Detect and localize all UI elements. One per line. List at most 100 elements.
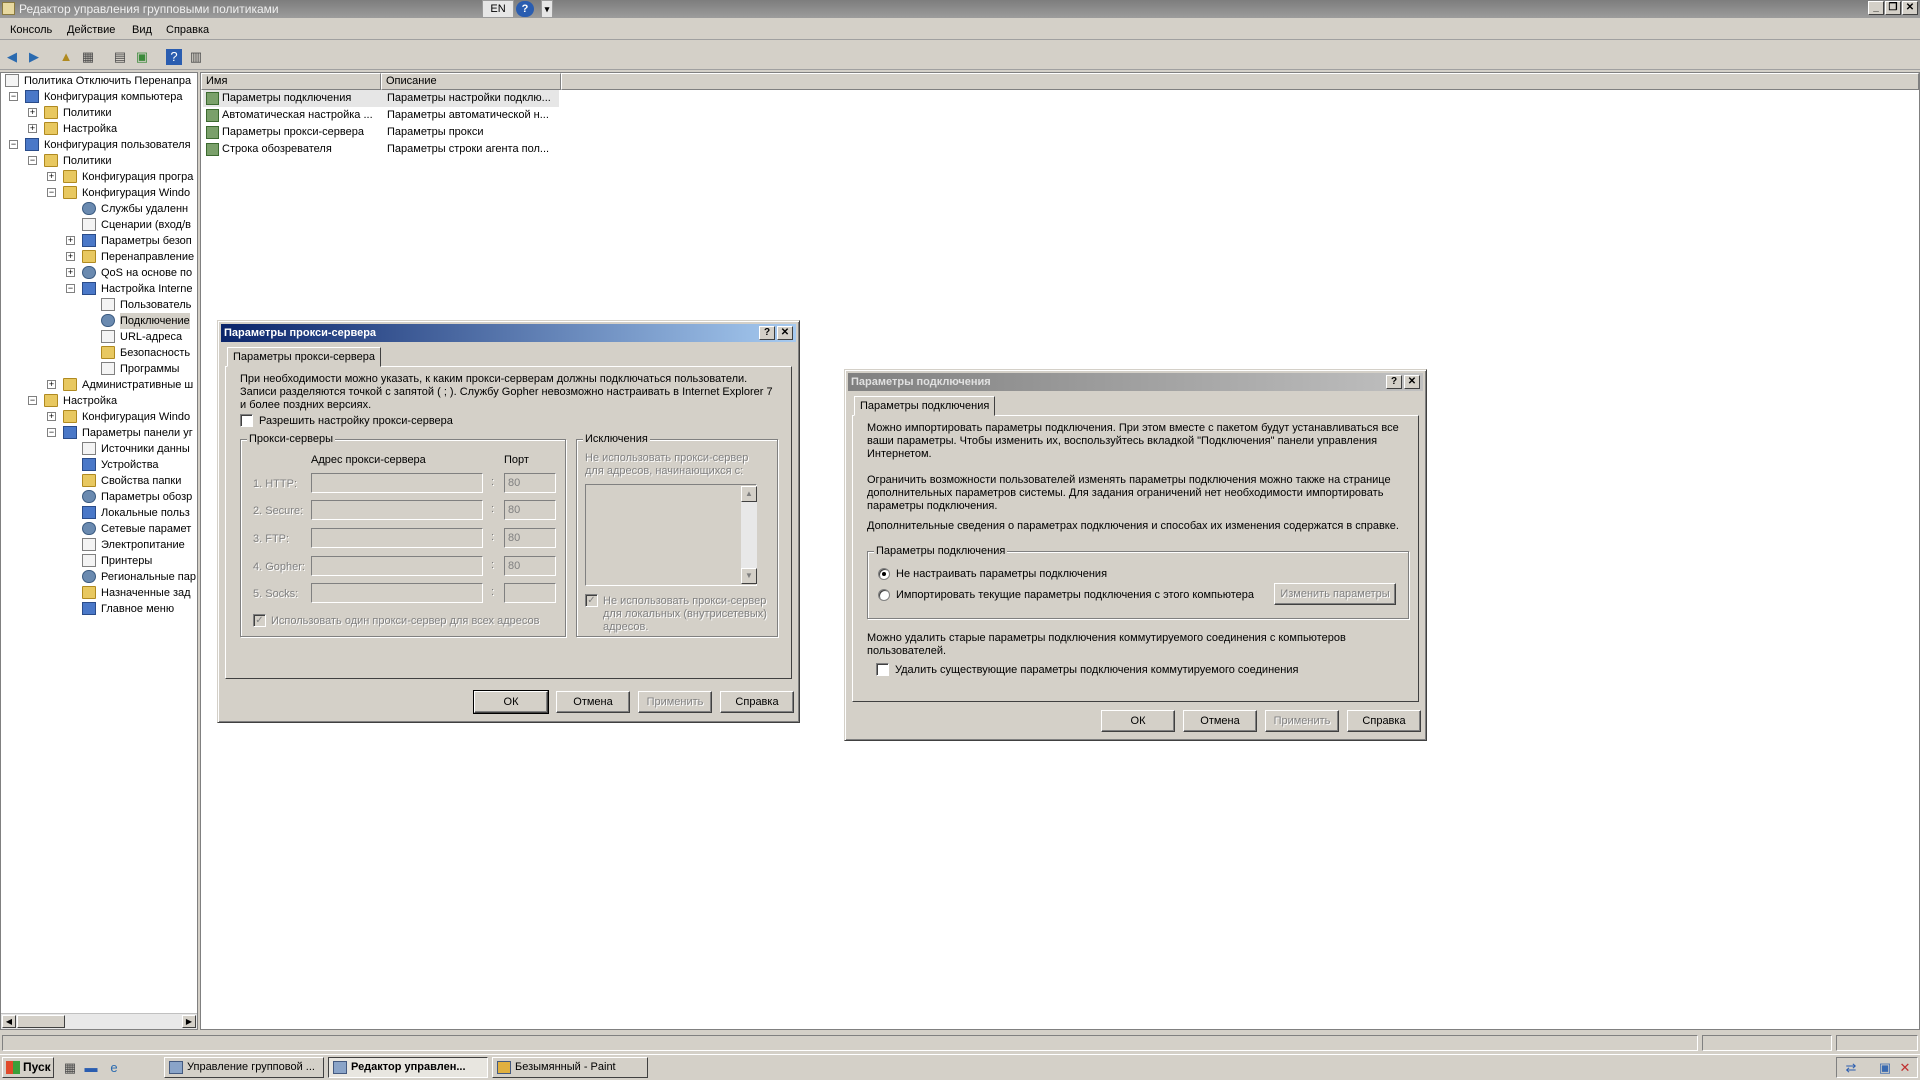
connection-apply-button[interactable]: Применить xyxy=(1265,710,1339,732)
http-address-field[interactable] xyxy=(311,473,483,493)
language-bar-options-icon[interactable]: ▾ xyxy=(541,0,553,18)
menu-console[interactable]: Консоль xyxy=(10,24,52,36)
list-item[interactable]: Автоматическая настройка ... Параметры а… xyxy=(203,107,559,124)
show-tree-icon[interactable]: ▦ xyxy=(80,49,96,65)
column-description-header[interactable]: Описание xyxy=(381,73,561,90)
qos-chart-icon xyxy=(82,266,96,279)
minimize-button[interactable]: _ xyxy=(1868,1,1884,15)
list-item[interactable]: Строка обозревателя Параметры строки аге… xyxy=(203,141,559,158)
menu-help[interactable]: Справка xyxy=(166,24,209,36)
scroll-up-icon[interactable]: ▲ xyxy=(741,486,757,502)
menu-view[interactable]: Вид xyxy=(132,24,152,36)
scroll-left-icon[interactable]: ◀ xyxy=(2,1015,16,1028)
menu-action[interactable]: Действие xyxy=(67,24,115,36)
column-name-header[interactable]: Имя xyxy=(201,73,381,90)
scroll-thumb[interactable] xyxy=(17,1015,65,1028)
expand-icon[interactable]: + xyxy=(28,108,37,117)
connection-dialog-close-button[interactable]: ✕ xyxy=(1404,375,1420,389)
secure-address-field[interactable] xyxy=(311,500,483,520)
collapse-icon[interactable]: − xyxy=(28,156,37,165)
taskbar-item-paint[interactable]: Безымянный - Paint xyxy=(492,1057,648,1078)
scroll-down-icon[interactable]: ▼ xyxy=(741,568,757,584)
collapse-icon[interactable]: − xyxy=(47,428,56,437)
start-button[interactable]: Пуск xyxy=(2,1057,54,1078)
connection-dialog-help-button[interactable]: ? xyxy=(1386,375,1402,389)
tab-proxy-settings[interactable]: Параметры прокси-сервера xyxy=(227,347,381,367)
remote-services-icon xyxy=(82,202,96,215)
gopher-port-field[interactable]: 80 xyxy=(504,556,556,576)
port-separator: : xyxy=(491,531,495,543)
no-configure-radio[interactable] xyxy=(878,568,890,580)
forward-arrow-icon[interactable]: ▶ xyxy=(26,49,42,65)
security-settings-icon xyxy=(82,234,96,247)
import-settings-radio[interactable] xyxy=(878,589,890,601)
connection-ok-button[interactable]: ОК xyxy=(1101,710,1175,732)
enable-proxy-checkbox[interactable] xyxy=(240,414,253,427)
expand-icon[interactable]: + xyxy=(66,268,75,277)
expand-icon[interactable]: + xyxy=(66,252,75,261)
policy-setting-icon xyxy=(206,143,219,156)
view-icon[interactable]: ▥ xyxy=(188,49,204,65)
collapse-icon[interactable]: − xyxy=(9,92,18,101)
close-button[interactable]: ✕ xyxy=(1902,1,1918,15)
server-manager-icon[interactable]: ▦ xyxy=(62,1060,78,1076)
taskbar-item-gp-management[interactable]: Управление групповой ... xyxy=(164,1057,324,1078)
collapse-icon[interactable]: − xyxy=(9,140,18,149)
socks-port-field[interactable] xyxy=(504,583,556,603)
console-tree[interactable]: Политика Отключить Перенапра − Конфигура… xyxy=(0,72,198,1030)
connection-help-button[interactable]: Справка xyxy=(1347,710,1421,732)
start-menu-icon xyxy=(82,602,96,615)
folder-icon xyxy=(44,106,58,119)
network-icon[interactable]: ⇄ xyxy=(1843,1060,1859,1076)
proxy-dialog-help-button[interactable]: ? xyxy=(759,326,775,340)
proxy-apply-button[interactable]: Применить xyxy=(638,691,712,713)
proxy-dialog-close-button[interactable]: ✕ xyxy=(777,326,793,340)
properties-icon[interactable]: ▣ xyxy=(134,49,150,65)
scroll-right-icon[interactable]: ▶ xyxy=(182,1015,196,1028)
expand-icon[interactable]: + xyxy=(47,412,56,421)
back-arrow-icon[interactable]: ◀ xyxy=(4,49,20,65)
exceptions-textarea[interactable] xyxy=(585,484,757,586)
same-proxy-label: Использовать один прокси-сервер для всех… xyxy=(271,615,540,627)
proxy-ok-button[interactable]: ОК xyxy=(473,690,549,714)
collapse-icon[interactable]: − xyxy=(66,284,75,293)
list-item[interactable]: Параметры прокси-сервера Параметры прокс… xyxy=(203,124,559,141)
collapse-icon[interactable]: − xyxy=(47,188,56,197)
export-list-icon[interactable]: ▤ xyxy=(112,49,128,65)
expand-icon[interactable]: + xyxy=(47,380,56,389)
up-folder-icon[interactable]: ▲ xyxy=(58,49,74,65)
socks-address-field[interactable] xyxy=(311,583,483,603)
language-indicator[interactable]: EN xyxy=(482,0,514,18)
taskbar-item-gp-editor[interactable]: Редактор управлен... xyxy=(328,1057,488,1078)
language-help-icon[interactable]: ? xyxy=(516,1,534,17)
expand-icon[interactable]: + xyxy=(47,172,56,181)
collapse-icon[interactable]: − xyxy=(28,396,37,405)
bypass-local-checkbox[interactable]: ✓ xyxy=(585,594,598,607)
tree-horizontal-scrollbar[interactable]: ◀ ▶ xyxy=(1,1013,197,1029)
internet-explorer-icon[interactable]: e xyxy=(106,1060,122,1076)
proxy-cancel-button[interactable]: Отмена xyxy=(556,691,630,713)
change-settings-button[interactable]: Изменить параметры xyxy=(1274,583,1396,605)
delete-dialup-checkbox[interactable] xyxy=(876,663,889,676)
expand-icon[interactable]: + xyxy=(66,236,75,245)
same-proxy-checkbox[interactable]: ✓ xyxy=(253,614,266,627)
tray-alert-icon[interactable]: ✕ xyxy=(1897,1060,1913,1076)
secure-port-field[interactable]: 80 xyxy=(504,500,556,520)
security-lock-icon xyxy=(101,346,115,359)
connection-cancel-button[interactable]: Отмена xyxy=(1183,710,1257,732)
show-desktop-icon[interactable]: ▬ xyxy=(83,1060,99,1076)
tab-connection-settings[interactable]: Параметры подключения xyxy=(854,396,996,416)
list-item[interactable]: Параметры подключения Параметры настройк… xyxy=(203,90,559,107)
proxy-intro-text: При необходимости можно указать, к каким… xyxy=(240,373,773,411)
expand-icon[interactable]: + xyxy=(28,124,37,133)
ftp-address-field[interactable] xyxy=(311,528,483,548)
tray-monitor-icon[interactable]: ▣ xyxy=(1877,1060,1893,1076)
http-port-field[interactable]: 80 xyxy=(504,473,556,493)
ftp-port-field[interactable]: 80 xyxy=(504,528,556,548)
proxy-help-button[interactable]: Справка xyxy=(720,691,794,713)
help-icon[interactable]: ? xyxy=(166,49,182,65)
connection-tab-panel: Можно импортировать параметры подключени… xyxy=(852,415,1419,702)
exceptions-scrollbar[interactable]: ▲ ▼ xyxy=(741,486,757,584)
gopher-address-field[interactable] xyxy=(311,556,483,576)
restore-button[interactable]: ❐ xyxy=(1885,1,1901,15)
